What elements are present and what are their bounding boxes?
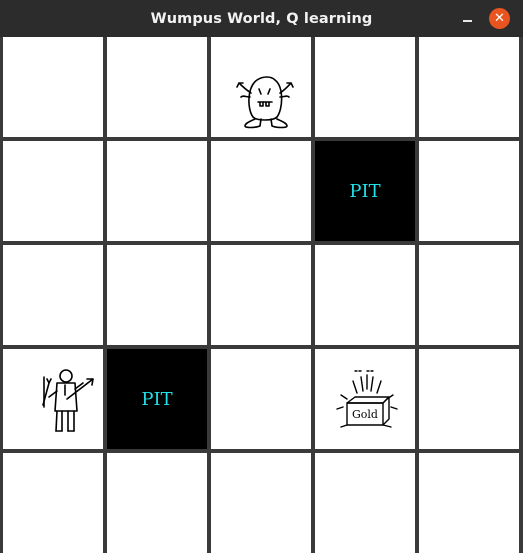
- grid-cell-1-1: [107, 141, 207, 241]
- pit-cell: PIT: [107, 349, 207, 449]
- grid-cell-3-3: Gold: [315, 349, 415, 449]
- agent-icon: [42, 369, 94, 432]
- grid-cell-0-4: [419, 37, 519, 137]
- grid-cell-2-0: [3, 245, 103, 345]
- minimize-button[interactable]: [457, 8, 478, 29]
- game-board: PIT PIT Gold: [0, 37, 523, 553]
- grid-cell-0-3: [315, 37, 415, 137]
- minimize-icon: [463, 19, 472, 22]
- pit-label: PIT: [141, 388, 173, 410]
- grid-cell-4-3: [315, 453, 415, 553]
- grid-cell-4-0: [3, 453, 103, 553]
- grid-cell-2-3: [315, 245, 415, 345]
- pit-cell: PIT: [315, 141, 415, 241]
- grid-cell-1-4: [419, 141, 519, 241]
- pit-label: PIT: [349, 180, 381, 202]
- grid-cell-0-0: [3, 37, 103, 137]
- wumpus-icon: [236, 76, 294, 129]
- grid-cell-2-2: [211, 245, 311, 345]
- grid-cell-1-2: [211, 141, 311, 241]
- grid-cell-4-4: [419, 453, 519, 553]
- grid-cell-0-1: [107, 37, 207, 137]
- window-titlebar[interactable]: Wumpus World, Q learning ✕: [0, 0, 523, 37]
- grid-cell-4-1: [107, 453, 207, 553]
- gold-label: Gold: [352, 408, 378, 421]
- grid-cell-4-2: [211, 453, 311, 553]
- close-button[interactable]: ✕: [489, 8, 510, 29]
- gold-icon: Gold: [336, 370, 398, 428]
- grid-cell-2-1: [107, 245, 207, 345]
- grid-cell-1-0: [3, 141, 103, 241]
- grid-cell-3-2: [211, 349, 311, 449]
- grid-cell-2-4: [419, 245, 519, 345]
- window-title: Wumpus World, Q learning: [150, 10, 373, 27]
- grid-cell-3-4: [419, 349, 519, 449]
- close-icon: ✕: [494, 11, 505, 26]
- grid-cell-3-0: [3, 349, 103, 449]
- grid-cell-0-2: [211, 37, 311, 137]
